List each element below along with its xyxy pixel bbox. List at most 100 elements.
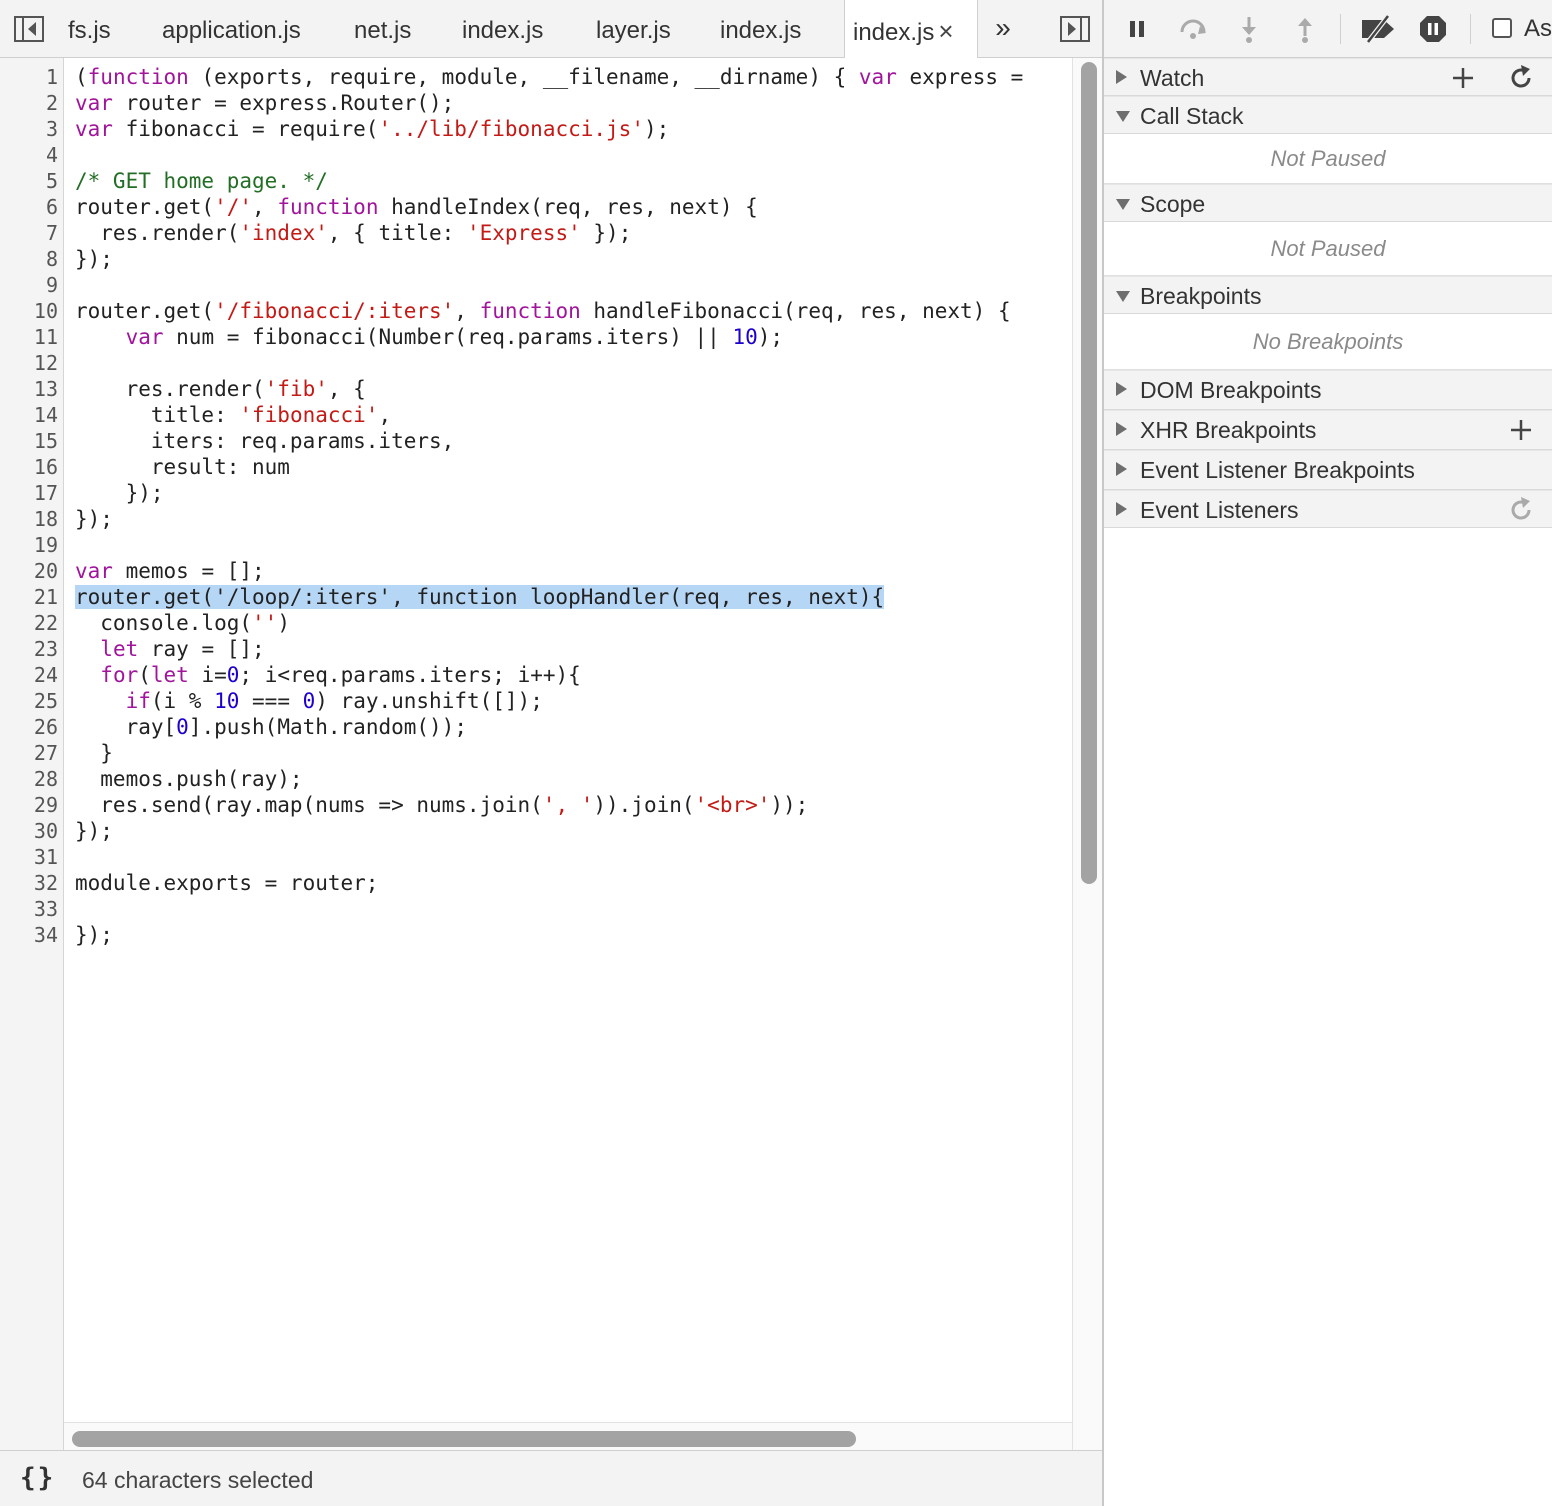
tab-index-js-active[interactable]: index.js × — [844, 0, 978, 58]
line-number[interactable]: 20 — [0, 558, 58, 584]
line-number[interactable]: 27 — [0, 740, 58, 766]
add-watch-icon[interactable] — [1448, 63, 1478, 93]
line-number[interactable]: 15 — [0, 428, 58, 454]
line-number[interactable]: 18 — [0, 506, 58, 532]
pause-on-exceptions-icon[interactable] — [1418, 14, 1448, 44]
pretty-print-button[interactable]: {} — [20, 1463, 55, 1493]
code-line[interactable]: ray[0].push(Math.random()); — [75, 714, 1071, 740]
code-line[interactable]: let ray = []; — [75, 636, 1071, 662]
line-number[interactable]: 24 — [0, 662, 58, 688]
line-number[interactable]: 32 — [0, 870, 58, 896]
line-number[interactable]: 19 — [0, 532, 58, 558]
code-line[interactable]: var num = fibonacci(Number(req.params.it… — [75, 324, 1071, 350]
code-line[interactable] — [75, 896, 1071, 922]
code-line[interactable]: res.render('fib', { — [75, 376, 1071, 402]
tab-index-js-1[interactable]: index.js — [462, 0, 543, 58]
toggle-debugger-icon[interactable] — [1060, 16, 1090, 42]
line-number[interactable]: 1 — [0, 64, 58, 90]
line-number[interactable]: 12 — [0, 350, 58, 376]
code-line[interactable]: }); — [75, 818, 1071, 844]
line-number[interactable]: 21 — [0, 584, 58, 610]
breakpoints-section-header[interactable]: Breakpoints — [1104, 276, 1552, 314]
code-line[interactable]: router.get('/loop/:iters', function loop… — [75, 584, 1071, 610]
tab-layer-js[interactable]: layer.js — [596, 0, 671, 58]
line-number[interactable]: 6 — [0, 194, 58, 220]
line-number[interactable]: 22 — [0, 610, 58, 636]
code-line[interactable] — [75, 350, 1071, 376]
event-listeners-section-header[interactable]: Event Listeners — [1104, 490, 1552, 528]
horizontal-scroll-thumb[interactable] — [72, 1431, 856, 1447]
code-line[interactable]: (function (exports, require, module, __f… — [75, 64, 1071, 90]
line-number[interactable]: 7 — [0, 220, 58, 246]
vertical-scroll-thumb[interactable] — [1081, 62, 1097, 884]
close-tab-icon[interactable]: × — [938, 16, 953, 46]
line-number[interactable]: 29 — [0, 792, 58, 818]
async-checkbox[interactable] — [1492, 18, 1512, 38]
line-number[interactable]: 3 — [0, 116, 58, 142]
vertical-scrollbar[interactable] — [1072, 58, 1102, 1450]
step-into-icon[interactable] — [1234, 14, 1264, 44]
tab-net-js[interactable]: net.js — [354, 0, 411, 58]
horizontal-scrollbar[interactable] — [64, 1422, 1072, 1450]
tab-index-js-2[interactable]: index.js — [720, 0, 801, 58]
code-line[interactable]: }); — [75, 480, 1071, 506]
code-line[interactable] — [75, 532, 1071, 558]
line-number[interactable]: 13 — [0, 376, 58, 402]
add-xhr-breakpoint-icon[interactable] — [1506, 415, 1536, 445]
tab-application-js[interactable]: application.js — [162, 0, 301, 58]
code-area[interactable]: (function (exports, require, module, __f… — [75, 64, 1071, 948]
event-listener-breakpoints-section-header[interactable]: Event Listener Breakpoints — [1104, 450, 1552, 490]
line-number[interactable]: 17 — [0, 480, 58, 506]
code-line[interactable]: res.render('index', { title: 'Express' }… — [75, 220, 1071, 246]
line-number[interactable]: 14 — [0, 402, 58, 428]
code-line[interactable]: console.log('') — [75, 610, 1071, 636]
more-tabs-icon[interactable]: » — [988, 12, 1018, 44]
code-line[interactable]: result: num — [75, 454, 1071, 480]
refresh-watch-icon[interactable] — [1506, 63, 1536, 93]
code-line[interactable] — [75, 272, 1071, 298]
code-line[interactable]: title: 'fibonacci', — [75, 402, 1071, 428]
code-line[interactable]: router.get('/fibonacci/:iters', function… — [75, 298, 1071, 324]
code-line[interactable]: }); — [75, 246, 1071, 272]
code-line[interactable]: var router = express.Router(); — [75, 90, 1071, 116]
toggle-navigator-icon[interactable] — [14, 16, 44, 42]
code-line[interactable] — [75, 844, 1071, 870]
call-stack-section-header[interactable]: Call Stack — [1104, 96, 1552, 134]
line-number[interactable]: 23 — [0, 636, 58, 662]
code-line[interactable] — [75, 142, 1071, 168]
line-number[interactable]: 16 — [0, 454, 58, 480]
code-line[interactable]: if(i % 10 === 0) ray.unshift([]); — [75, 688, 1071, 714]
line-number-gutter[interactable]: 1 2 3 4 5 6 7 8 9 10 11 12 13 14 15 16 17 18 19 20 21 22 23 24 2… — [0, 58, 64, 1450]
refresh-event-listeners-icon[interactable] — [1506, 495, 1536, 525]
scope-section-header[interactable]: Scope — [1104, 184, 1552, 222]
line-number[interactable]: 34 — [0, 922, 58, 948]
line-number[interactable]: 30 — [0, 818, 58, 844]
line-number[interactable]: 31 — [0, 844, 58, 870]
line-number[interactable]: 28 — [0, 766, 58, 792]
step-out-icon[interactable] — [1290, 14, 1320, 44]
watch-section-header[interactable]: Watch — [1104, 58, 1552, 96]
line-number[interactable]: 33 — [0, 896, 58, 922]
code-line[interactable]: router.get('/', function handleIndex(req… — [75, 194, 1071, 220]
code-line[interactable]: iters: req.params.iters, — [75, 428, 1071, 454]
dom-breakpoints-section-header[interactable]: DOM Breakpoints — [1104, 370, 1552, 410]
line-number[interactable]: 5 — [0, 168, 58, 194]
line-number[interactable]: 26 — [0, 714, 58, 740]
line-number[interactable]: 8 — [0, 246, 58, 272]
tab-fs-js[interactable]: fs.js — [68, 0, 111, 58]
code-line[interactable]: var memos = []; — [75, 558, 1071, 584]
line-number[interactable]: 11 — [0, 324, 58, 350]
deactivate-breakpoints-icon[interactable] — [1358, 14, 1398, 44]
code-line[interactable]: var fibonacci = require('../lib/fibonacc… — [75, 116, 1071, 142]
code-line[interactable]: for(let i=0; i<req.params.iters; i++){ — [75, 662, 1071, 688]
line-number[interactable]: 10 — [0, 298, 58, 324]
code-line[interactable]: module.exports = router; — [75, 870, 1071, 896]
xhr-breakpoints-section-header[interactable]: XHR Breakpoints — [1104, 410, 1552, 450]
code-line[interactable]: }); — [75, 506, 1071, 532]
code-line[interactable]: memos.push(ray); — [75, 766, 1071, 792]
pause-icon[interactable] — [1122, 14, 1152, 44]
code-line[interactable]: res.send(ray.map(nums => nums.join(', ')… — [75, 792, 1071, 818]
code-line[interactable]: /* GET home page. */ — [75, 168, 1071, 194]
code-line[interactable]: }); — [75, 922, 1071, 948]
code-line[interactable]: } — [75, 740, 1071, 766]
